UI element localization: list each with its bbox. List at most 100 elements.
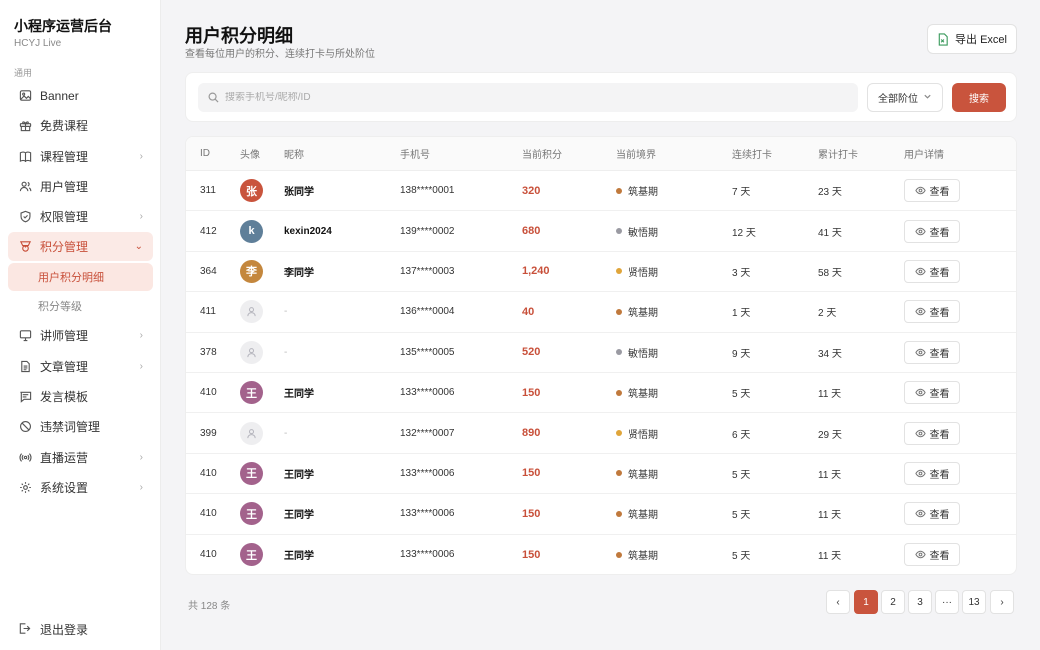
level-select[interactable]: 全部阶位 (867, 83, 943, 112)
pagination-next-button[interactable]: › (990, 590, 1014, 614)
realm-dot-icon (616, 228, 622, 235)
sidebar-item-label: 积分管理 (40, 240, 89, 255)
sidebar-section-label: 通用 (14, 68, 33, 78)
view-details-button[interactable]: 查看 (904, 219, 960, 243)
table-row: 410 王 王同学 133****0006 150 筑基期 5 天 11 天 查看 (186, 454, 1016, 495)
sidebar-item-lecturer-management[interactable]: 讲师管理 › (8, 321, 153, 350)
cell-total-checkins: 23 天 (818, 187, 842, 199)
view-details-button[interactable]: 查看 (904, 543, 960, 567)
cell-detail: 查看 (904, 543, 960, 567)
cell-streak: 5 天 (732, 389, 751, 401)
sidebar-item-banner[interactable]: Banner (8, 81, 153, 110)
sidebar-subitem-user-points-detail[interactable]: 用户积分明细 (8, 262, 153, 291)
cell-nickname: 王同学 (284, 510, 314, 522)
cell-avatar: 王 (240, 381, 263, 405)
eye-icon (914, 468, 926, 479)
cell-phone: 133****0006 (400, 467, 455, 479)
cell-total-checkins: 11 天 (818, 469, 842, 481)
logout-button[interactable]: 退出登录 (8, 616, 153, 642)
cell-nickname: kexin2024 (284, 225, 332, 237)
pagination-page-13[interactable]: 13 (962, 590, 986, 614)
cell-nickname: - (284, 306, 288, 318)
eye-icon (914, 306, 926, 317)
pagination-page-1[interactable]: 1 (854, 590, 878, 614)
cell-detail: 查看 (904, 300, 960, 324)
cell-detail: 查看 (904, 259, 960, 283)
avatar: 王 (240, 543, 263, 567)
cell-phone: 137****0003 (400, 265, 455, 277)
search-field (198, 83, 858, 112)
page-subtitle: 查看每位用户的积分、连续打卡与所处阶位 (185, 49, 375, 60)
cell-realm: 筑基期 (616, 385, 658, 400)
chevron-down-icon (923, 92, 932, 104)
sidebar-item-speech-template[interactable]: 发言模板 (8, 382, 153, 411)
chevron-down-icon: ⌄ (134, 241, 143, 253)
cell-realm: 敏悟期 (616, 224, 658, 239)
sidebar-item-live-operations[interactable]: 直播运营 › (8, 443, 153, 472)
avatar: 王 (240, 461, 263, 485)
sidebar-item-free-courses[interactable]: 免费课程 (8, 111, 153, 140)
export-excel-button[interactable]: 导出 Excel (927, 24, 1017, 54)
sidebar-item-article-management[interactable]: 文章管理 › (8, 352, 153, 381)
cell-id: 378 (200, 346, 217, 358)
sidebar-item-label: 免费课程 (40, 119, 89, 134)
brand: 小程序运营后台 HCYJ Live (0, 0, 160, 49)
view-details-button[interactable]: 查看 (904, 259, 960, 283)
realm-dot-icon (616, 510, 622, 517)
avatar-placeholder (240, 300, 263, 324)
pagination-ellipsis[interactable]: ··· (935, 590, 959, 614)
cell-detail: 查看 (904, 179, 960, 203)
sidebar-item-permission-management[interactable]: 权限管理 › (8, 202, 153, 231)
search-input[interactable] (225, 92, 825, 103)
sidebar-item-banned-words[interactable]: 违禁词管理 (8, 412, 153, 441)
cell-streak: 7 天 (732, 187, 751, 199)
cell-phone: 136****0004 (400, 306, 455, 318)
cell-points: 150 (522, 548, 541, 561)
realm-label: 贤悟期 (628, 429, 658, 441)
cell-id: 364 (200, 265, 217, 277)
view-details-button[interactable]: 查看 (904, 461, 960, 485)
sidebar-subitem-points-levels[interactable]: 积分等级 (8, 292, 153, 320)
table-row: 410 王 王同学 133****0006 150 筑基期 5 天 11 天 查看 (186, 373, 1016, 414)
eye-icon (914, 387, 926, 398)
view-details-button[interactable]: 查看 (904, 421, 960, 445)
pagination-page-3[interactable]: 3 (908, 590, 932, 614)
cell-phone: 139****0002 (400, 225, 455, 237)
eye-icon (914, 226, 926, 237)
view-label: 查看 (929, 469, 950, 481)
column-header-id: ID (200, 148, 210, 159)
view-details-button[interactable]: 查看 (904, 502, 960, 526)
realm-dot-icon (616, 349, 622, 356)
cell-id: 410 (200, 508, 217, 520)
chevron-right-icon: › (139, 211, 143, 223)
pagination-page-2[interactable]: 2 (881, 590, 905, 614)
cell-nickname: 张同学 (284, 187, 314, 199)
sidebar-item-system-settings[interactable]: 系统设置 › (8, 473, 153, 502)
cell-points: 150 (522, 507, 541, 520)
avatar: k (240, 219, 263, 243)
user-icon (246, 306, 257, 317)
cell-phone: 132****0007 (400, 427, 455, 439)
sidebar-item-course-management[interactable]: 课程管理 › (8, 142, 153, 171)
sidebar-item-points-management[interactable]: 积分管理 ⌄ (8, 232, 153, 262)
document-icon (18, 359, 32, 373)
column-header-nickname: 昵称 (284, 150, 304, 161)
cell-nickname: - (284, 427, 288, 439)
realm-label: 筑基期 (628, 308, 658, 320)
cell-realm: 筑基期 (616, 183, 658, 198)
cell-nickname: 王同学 (284, 469, 314, 481)
sidebar-item-user-management[interactable]: 用户管理 (8, 172, 153, 201)
column-header-total-checkins: 累计打卡 (818, 150, 858, 161)
column-header-realm: 当前境界 (616, 150, 656, 161)
search-button[interactable]: 搜索 (952, 83, 1006, 112)
sidebar-item-label: 系统设置 (40, 480, 89, 495)
pagination-prev-button[interactable]: ‹ (826, 590, 850, 614)
view-details-button[interactable]: 查看 (904, 300, 960, 324)
view-details-button[interactable]: 查看 (904, 179, 960, 203)
sidebar-nav: Banner 免费课程 课程管理 › 用户管理 权限管理 › 积分管理 ⌄ 用户… (8, 81, 153, 503)
table-row: 411 - 136****0004 40 筑基期 1 天 2 天 查看 (186, 292, 1016, 333)
column-header-user-detail: 用户详情 (904, 150, 944, 161)
cell-streak: 6 天 (732, 429, 751, 441)
view-details-button[interactable]: 查看 (904, 340, 960, 364)
view-details-button[interactable]: 查看 (904, 381, 960, 405)
